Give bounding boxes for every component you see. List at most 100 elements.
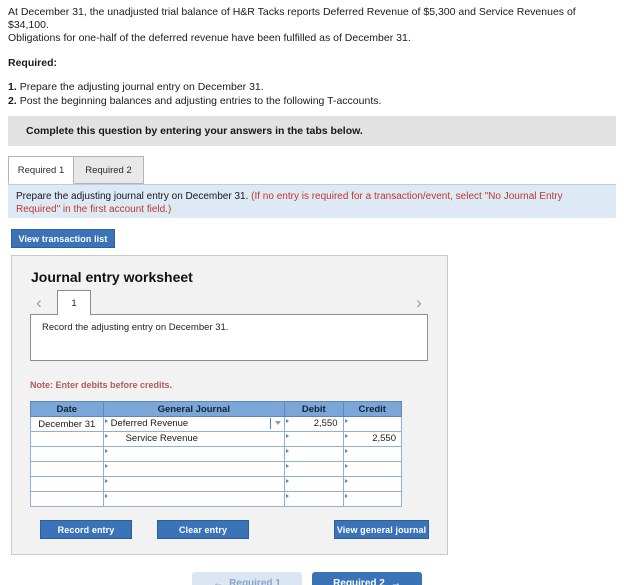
question-page: At December 31, the unadjusted trial bal… <box>0 0 624 585</box>
cell-marker-icon <box>104 479 108 483</box>
tab-required-2-label: Required 2 <box>85 164 132 176</box>
cell-date[interactable]: December 31 <box>30 416 104 432</box>
cell-date[interactable] <box>30 431 104 447</box>
cell-account[interactable] <box>102 446 286 462</box>
cell-marker-icon <box>104 494 108 498</box>
cell-account-text: Deferred Revenue <box>110 418 189 429</box>
view-general-journal-button[interactable]: View general journal <box>334 520 429 539</box>
cell-credit[interactable] <box>342 446 402 462</box>
chevron-down-icon[interactable] <box>275 421 282 425</box>
cell-marker-icon <box>104 434 108 438</box>
requirement-tabs: Required 1 Required 2 <box>8 156 616 184</box>
nav-next-label: Required 2 <box>333 577 385 585</box>
journal-entry-table-body: December 31 Deferred Revenue 2,550 Servi… <box>30 416 402 507</box>
cell-credit[interactable] <box>342 461 402 477</box>
requirement-number: 1. <box>8 81 17 93</box>
journal-entry-worksheet-panel: Journal entry worksheet ‹ › 1 Record the… <box>11 255 448 555</box>
worksheet-description-text: Record the adjusting entry on December 3… <box>42 322 229 333</box>
requirement-text: Prepare the adjusting journal entry on D… <box>19 81 264 93</box>
cell-debit[interactable] <box>284 461 344 477</box>
cell-marker-icon <box>286 449 290 453</box>
cell-debit[interactable] <box>284 446 344 462</box>
record-entry-button[interactable]: Record entry <box>40 520 132 539</box>
cell-credit[interactable]: 2,550 <box>342 431 402 447</box>
cell-marker-icon <box>344 464 348 468</box>
cell-account[interactable]: Deferred Revenue <box>102 416 286 432</box>
requirements-list: 1. Prepare the adjusting journal entry o… <box>8 81 616 108</box>
requirement-item: 2. Post the beginning balances and adjus… <box>8 95 616 109</box>
worksheet-page-tab-1[interactable]: 1 <box>57 290 91 315</box>
table-row <box>30 491 402 507</box>
column-header-date: Date <box>30 401 104 417</box>
column-header-credit: Credit <box>342 401 402 417</box>
cell-marker-icon <box>344 479 348 483</box>
record-entry-label: Record entry <box>57 524 115 535</box>
cell-marker-icon <box>344 449 348 453</box>
cell-credit[interactable] <box>342 416 402 432</box>
worksheet-title: Journal entry worksheet <box>31 269 193 285</box>
tab-required-1-label: Required 1 <box>17 164 65 176</box>
cell-debit[interactable] <box>284 476 344 492</box>
instruction-strip: Prepare the adjusting journal entry on D… <box>8 184 616 218</box>
worksheet-description-box: Record the adjusting entry on December 3… <box>30 314 428 361</box>
nav-next-required-2-button[interactable]: Required 2 → <box>312 572 422 585</box>
cell-marker-icon <box>104 419 108 423</box>
cell-credit-text: 2,550 <box>372 433 396 444</box>
tab-required-1[interactable]: Required 1 <box>8 156 74 184</box>
cell-marker-icon <box>286 419 290 423</box>
cell-marker-icon <box>344 434 348 438</box>
requirement-text: Post the beginning balances and adjustin… <box>19 94 382 107</box>
cell-credit[interactable] <box>342 491 402 507</box>
instruction-main-text: Prepare the adjusting journal entry on D… <box>16 191 249 202</box>
cell-marker-icon <box>344 419 348 423</box>
journal-entry-table: Date General Journal Debit Credit Decemb… <box>30 401 402 507</box>
cell-account-text: Service Revenue <box>125 433 198 444</box>
cell-debit[interactable] <box>284 491 344 507</box>
nav-previous-required-1-button[interactable]: ← Required 1 <box>192 572 302 585</box>
requirement-item: 1. Prepare the adjusting journal entry o… <box>8 81 616 95</box>
view-general-journal-label: View general journal <box>336 524 427 535</box>
cell-account[interactable]: Service Revenue <box>102 431 286 447</box>
requirement-number: 2. <box>8 94 17 107</box>
cell-account[interactable] <box>102 461 286 477</box>
problem-statement: At December 31, the unadjusted trial bal… <box>8 6 616 108</box>
table-header-row: Date General Journal Debit Credit <box>30 401 402 417</box>
arrow-right-icon: → <box>390 577 401 585</box>
cell-account[interactable] <box>102 491 286 507</box>
cell-marker-icon <box>286 494 290 498</box>
problem-line-1: At December 31, the unadjusted trial bal… <box>8 6 576 31</box>
worksheet-page-number: 1 <box>71 297 77 309</box>
table-row <box>30 476 402 492</box>
cell-credit[interactable] <box>342 476 402 492</box>
view-transaction-list-button[interactable]: View transaction list <box>11 229 115 248</box>
clear-entry-label: Clear entry <box>178 524 228 535</box>
table-row <box>30 446 402 462</box>
cell-debit[interactable]: 2,550 <box>284 416 344 432</box>
required-heading: Required: <box>8 57 58 69</box>
worksheet-prev-icon[interactable]: ‹ <box>30 292 48 314</box>
table-row: Service Revenue 2,550 <box>30 431 402 447</box>
cell-date[interactable] <box>30 491 104 507</box>
complete-question-banner: Complete this question by entering your … <box>8 116 616 146</box>
cell-marker-icon <box>286 464 290 468</box>
cell-date[interactable] <box>30 461 104 477</box>
cell-debit-text: 2,550 <box>313 418 338 429</box>
cell-debit[interactable] <box>284 431 344 447</box>
nav-previous-label: Required 1 <box>229 577 281 585</box>
cell-marker-icon <box>104 449 108 453</box>
debits-before-credits-note: Note: Enter debits before credits. <box>30 380 173 390</box>
column-header-debit: Debit <box>284 401 344 417</box>
table-row: December 31 Deferred Revenue 2,550 <box>30 416 402 432</box>
table-row <box>30 461 402 477</box>
clear-entry-button[interactable]: Clear entry <box>157 520 249 539</box>
cell-account[interactable] <box>102 476 286 492</box>
tab-required-2[interactable]: Required 2 <box>74 156 144 184</box>
cell-date[interactable] <box>30 476 104 492</box>
column-header-general-journal: General Journal <box>102 401 286 417</box>
cell-marker-icon <box>344 494 348 498</box>
worksheet-next-icon[interactable]: › <box>410 292 428 314</box>
cell-date[interactable] <box>30 446 104 462</box>
text-cursor <box>270 418 272 429</box>
cell-marker-icon <box>286 479 290 483</box>
complete-question-banner-text: Complete this question by entering your … <box>26 125 363 137</box>
